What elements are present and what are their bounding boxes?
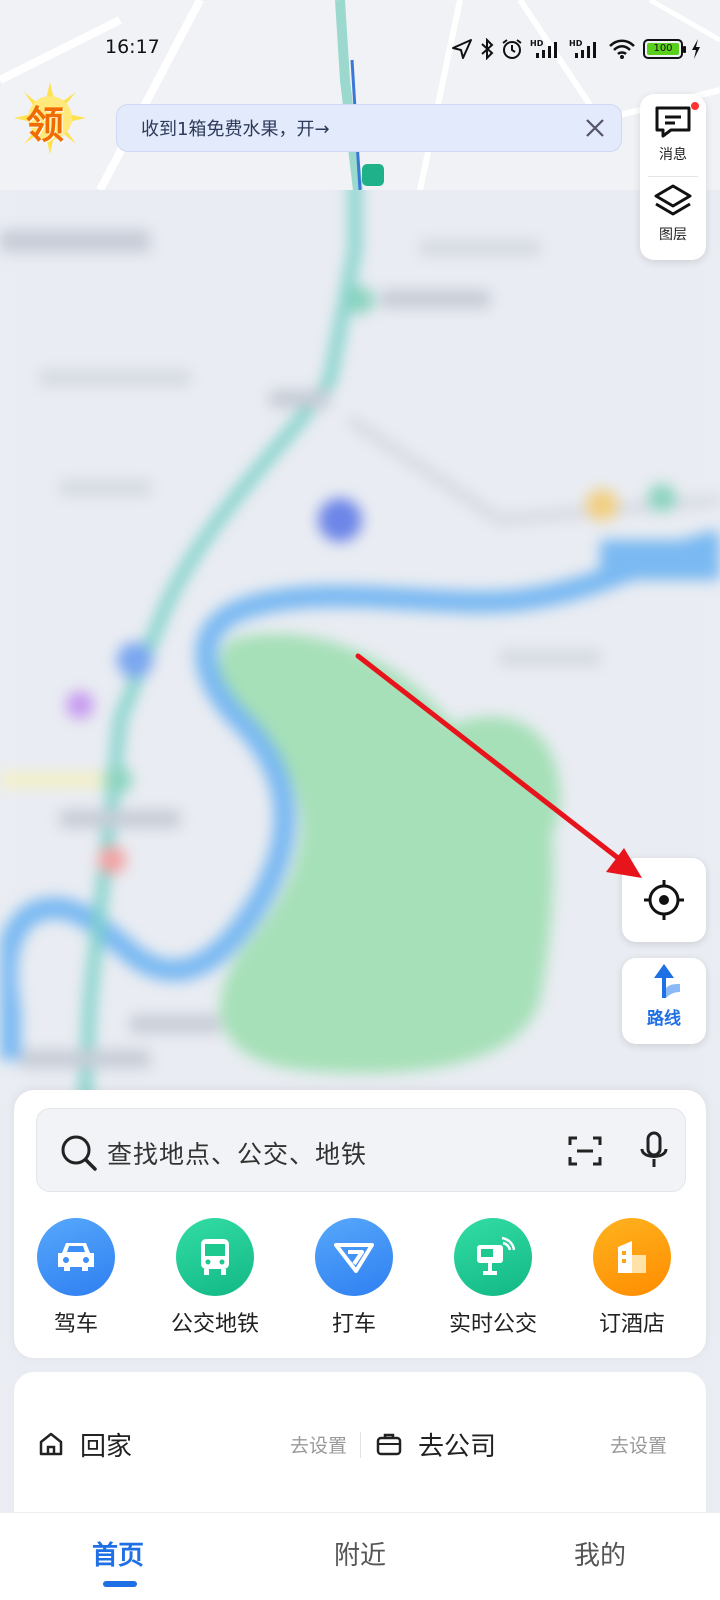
search-placeholder: 查找地点、公交、地铁 xyxy=(107,1140,368,1169)
hd-signal-icon: HD xyxy=(569,38,601,60)
tab-home[interactable]: 首页 xyxy=(92,1535,144,1572)
shortcut-transit[interactable]: 公交地铁 xyxy=(145,1218,285,1338)
divider xyxy=(360,1432,361,1458)
shortcut-hotel[interactable]: 订酒店 xyxy=(562,1218,702,1338)
shortcut-realtime-bus[interactable]: 实时公交 xyxy=(423,1218,563,1338)
search-icon xyxy=(61,1135,97,1171)
battery-icon: 100 xyxy=(643,39,686,59)
shortcut-drive[interactable]: 驾车 xyxy=(6,1218,146,1338)
status-icons: HD HD 100 xyxy=(451,36,702,62)
status-time: 16:17 xyxy=(105,36,160,58)
layers-icon xyxy=(654,184,692,216)
favorite-work[interactable]: 去公司 去设置 xyxy=(374,1416,696,1472)
shortcut-label: 公交地铁 xyxy=(170,1312,259,1337)
home-label: 回家 xyxy=(80,1431,133,1462)
active-tab-indicator xyxy=(103,1581,137,1587)
divider xyxy=(648,176,698,177)
work-set-link[interactable]: 去设置 xyxy=(610,1431,667,1458)
map-blurred-layer xyxy=(0,0,720,1600)
tab-nearby[interactable]: 附近 xyxy=(334,1535,386,1572)
promo-badge-text: 领 xyxy=(26,103,65,147)
search-bar[interactable]: 查找地点、公交、地铁 xyxy=(36,1108,686,1192)
battery-level: 100 xyxy=(647,43,679,55)
microphone-icon[interactable] xyxy=(637,1131,671,1171)
promo-badge[interactable]: 领 xyxy=(14,82,86,154)
favorite-home[interactable]: 回家 去设置 xyxy=(36,1416,356,1472)
bus-icon xyxy=(176,1218,254,1296)
taxi-icon xyxy=(315,1218,393,1296)
crosshair-icon xyxy=(644,880,684,920)
locate-me-button[interactable] xyxy=(622,858,706,942)
shortcut-label: 实时公交 xyxy=(448,1312,537,1337)
location-icon xyxy=(451,38,473,60)
status-bar: 16:17 HD HD 100 xyxy=(0,0,720,96)
shortcut-label: 驾车 xyxy=(53,1312,98,1337)
scan-icon[interactable] xyxy=(567,1133,603,1169)
wifi-icon xyxy=(608,38,636,60)
home-set-link[interactable]: 去设置 xyxy=(290,1431,347,1458)
car-icon xyxy=(37,1218,115,1296)
charging-icon xyxy=(690,38,702,60)
shortcut-taxi[interactable]: 打车 xyxy=(284,1218,424,1338)
route-arrow-icon xyxy=(654,964,680,998)
route-button[interactable]: 路线 xyxy=(622,958,706,1044)
map-side-panel: 消息 图层 xyxy=(640,94,706,260)
layers-button[interactable]: 图层 xyxy=(640,182,706,262)
bottom-tab-bar: 首页 附近 我的 xyxy=(0,1512,720,1600)
messages-label: 消息 xyxy=(659,147,687,163)
svg-text:HD: HD xyxy=(569,39,583,48)
alarm-icon xyxy=(501,38,523,60)
map-canvas[interactable] xyxy=(0,0,720,1600)
favorites-panel: 回家 去设置 去公司 去设置 xyxy=(14,1372,706,1524)
bottom-panel: 查找地点、公交、地铁 驾车 公交地铁 打车 实时公交 订酒店 xyxy=(14,1090,706,1358)
shortcut-row: 驾车 公交地铁 打车 实时公交 订酒店 xyxy=(14,1218,706,1348)
message-icon xyxy=(655,106,691,138)
promo-banner[interactable]: 收到1箱免费水果，开→ xyxy=(116,104,622,152)
svg-text:HD: HD xyxy=(530,39,544,48)
hd-signal-icon: HD xyxy=(530,38,562,60)
shortcut-label: 打车 xyxy=(331,1312,376,1337)
bluetooth-icon xyxy=(480,38,494,60)
hotel-icon xyxy=(593,1218,671,1296)
messages-button[interactable]: 消息 xyxy=(640,102,706,182)
home-icon xyxy=(36,1429,66,1459)
close-icon[interactable] xyxy=(583,116,607,140)
route-label: 路线 xyxy=(647,1009,681,1029)
layers-label: 图层 xyxy=(659,227,687,243)
realtime-bus-icon xyxy=(454,1218,532,1296)
work-label: 去公司 xyxy=(418,1431,497,1462)
notification-dot xyxy=(690,101,700,111)
promo-banner-text: 收到1箱免费水果，开→ xyxy=(141,119,330,140)
briefcase-icon xyxy=(374,1429,404,1459)
shortcut-label: 订酒店 xyxy=(598,1312,665,1337)
tab-mine[interactable]: 我的 xyxy=(574,1535,626,1572)
